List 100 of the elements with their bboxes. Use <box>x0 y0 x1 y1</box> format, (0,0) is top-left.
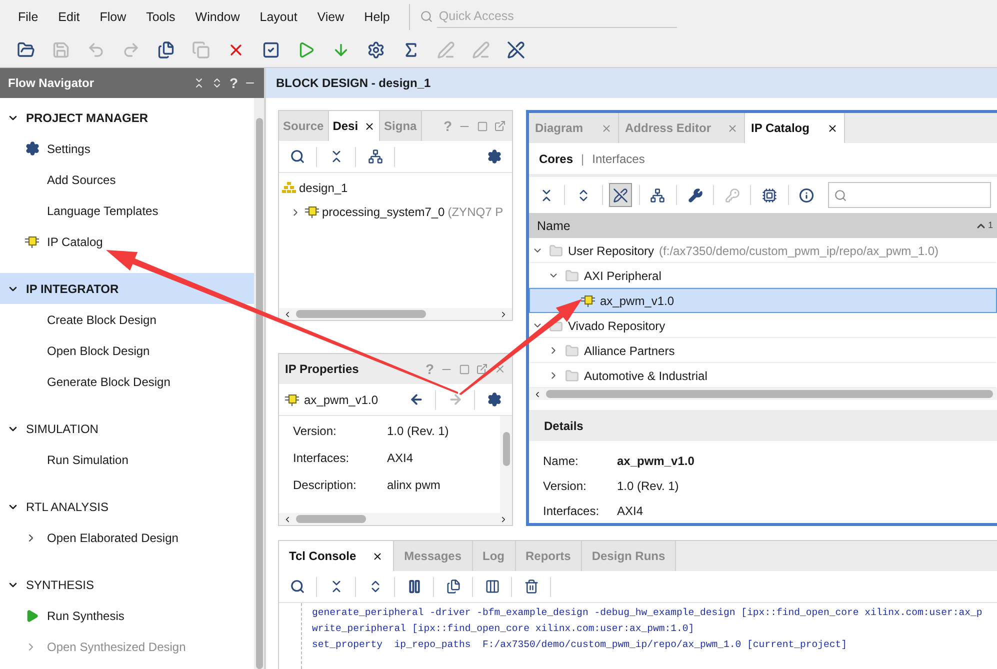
menu-item[interactable]: File <box>9 10 48 24</box>
hierarchy-icon <box>368 149 382 164</box>
scrollbar[interactable] <box>279 308 512 320</box>
separator: | <box>581 152 584 166</box>
section-header[interactable]: SIMULATION <box>0 413 254 444</box>
search-icon <box>290 579 304 594</box>
scroll-left-icon[interactable] <box>283 310 292 318</box>
quick-access-field[interactable]: Quick Access <box>436 6 677 28</box>
tab[interactable]: IP Catalog <box>745 113 845 143</box>
nav-link[interactable]: Language Templates <box>47 204 158 218</box>
console-line: generate_peripheral -driver -bfm_example_design -debug_hw_example_design [ipx::find_open_core xilinx.com:user:ax_p <box>312 607 984 618</box>
folder-icon <box>549 244 563 258</box>
menu-item[interactable]: Window <box>186 10 249 24</box>
close-icon[interactable] <box>372 550 384 562</box>
key-icon <box>724 188 740 202</box>
nav-link[interactable]: Create Block Design <box>47 312 156 326</box>
columns-icon <box>484 579 500 594</box>
menu-item[interactable]: View <box>308 10 354 24</box>
close-icon[interactable] <box>364 120 376 132</box>
menu-item[interactable]: Help <box>355 10 399 24</box>
section-header[interactable]: SYNTHESIS <box>0 569 254 600</box>
menu-item[interactable]: Edit <box>49 10 89 24</box>
menu-item[interactable]: Layout <box>250 10 306 24</box>
ip-name: ax_pwm_v1.0 <box>304 392 378 406</box>
copy-icon <box>156 41 174 59</box>
tree-label: AXI Peripheral <box>584 268 662 282</box>
chip-icon <box>762 188 778 202</box>
undo-icon <box>86 41 104 59</box>
search-icon <box>420 10 433 23</box>
tree-label: processing_system7_0 <box>322 205 445 219</box>
scrollbar[interactable] <box>529 388 997 400</box>
right-arrow-icon <box>448 392 462 407</box>
tab[interactable]: Tcl Console <box>279 541 394 571</box>
ip-core-icon <box>25 236 39 248</box>
detail-label: Interfaces: <box>543 504 600 518</box>
settings-icon <box>366 41 384 59</box>
settings-icon <box>486 392 502 407</box>
search-field[interactable] <box>828 182 991 208</box>
nav-link[interactable]: IP Catalog <box>47 234 103 248</box>
panel-title: Flow Navigator <box>8 76 96 90</box>
view-tab[interactable]: Cores <box>539 152 574 166</box>
tree-note: (ZYNQ7 P <box>448 205 504 219</box>
wrench-icon <box>688 188 703 202</box>
property-value: AXI4 <box>387 451 414 465</box>
tab[interactable]: Desi <box>328 111 380 141</box>
float-icon[interactable] <box>476 363 488 375</box>
nav-link[interactable]: Settings <box>47 142 90 156</box>
editor-title: BLOCK DESIGN - design_1 <box>266 68 997 98</box>
tree-label: ax_pwm_v1.0 <box>600 294 674 308</box>
console-line: set_property ip_repo_paths F:/ax7350/demo/custom_pwm_ip/repo/ax_pwm_1.0 [current_project] <box>312 639 848 650</box>
pen-icon <box>472 41 490 59</box>
search-icon <box>290 149 304 164</box>
close-icon[interactable] <box>827 122 838 134</box>
nav-link[interactable]: Open Elaborated Design <box>47 530 178 544</box>
pause-icon <box>406 579 422 594</box>
tree-note: (f:/ax7350/demo/custom_pwm_ip/repo/ax_pwm_1.0) <box>659 244 939 258</box>
tree-row[interactable]: User Repository (f:/ax7350/demo/custom_pwm_ip/repo/ax_pwm_1.0) <box>529 238 997 263</box>
section-header[interactable]: RTL ANALYSIS <box>0 491 254 522</box>
folder-icon <box>565 344 579 358</box>
menu-item[interactable]: Flow <box>90 10 136 24</box>
info-icon <box>799 188 814 202</box>
column-header[interactable]: Name 1 <box>529 213 997 238</box>
open-folder-icon <box>16 41 34 59</box>
panel-title: IP Properties <box>285 362 359 376</box>
nav-link[interactable]: Open Block Design <box>47 344 150 358</box>
filter-button[interactable] <box>609 183 632 207</box>
view-tab[interactable]: Interfaces <box>592 152 645 166</box>
search-icon <box>834 188 847 202</box>
property-label: Description: <box>293 478 358 492</box>
property-value: alinx pwm <box>387 478 442 492</box>
tree-row[interactable]: Alliance Partners <box>529 338 997 363</box>
tree-label: User Repository <box>568 244 654 258</box>
menu-item[interactable]: Tools <box>137 10 184 24</box>
checkbox-icon <box>262 41 280 59</box>
nav-link[interactable]: Generate Block Design <box>47 374 170 388</box>
section-header[interactable]: IP INTEGRATOR <box>0 273 254 304</box>
tree-row[interactable]: ax_pwm_v1.0 <box>529 288 997 313</box>
nav-link[interactable]: Run Synthesis <box>47 608 124 622</box>
scroll-left-icon[interactable] <box>533 390 542 398</box>
pen-icon <box>436 41 454 59</box>
help-button[interactable]: ? <box>229 75 238 91</box>
detail-value: 1.0 (Rev. 1) <box>617 479 680 493</box>
copy-icon <box>446 579 460 594</box>
scroll-left-icon[interactable] <box>283 514 292 524</box>
scrollbar[interactable] <box>500 416 512 513</box>
property-value: 1.0 (Rev. 1) <box>387 424 450 438</box>
section-header[interactable]: PROJECT MANAGER <box>0 102 254 133</box>
paste-icon <box>192 41 210 59</box>
scrollbar[interactable] <box>254 98 264 669</box>
scroll-right-icon[interactable] <box>499 310 508 318</box>
nav-link[interactable]: Add Sources <box>47 172 116 186</box>
trash-icon <box>524 579 538 594</box>
save-icon <box>52 41 70 59</box>
scrollbar[interactable] <box>279 513 512 525</box>
nav-link[interactable]: Run Simulation <box>47 452 128 466</box>
scroll-right-icon[interactable] <box>499 514 508 524</box>
console-line: write_peripheral [ipx::find_open_core xilinx.com:user:ax_pwm:1.0] <box>312 623 696 634</box>
detail-label: Name: <box>543 454 580 468</box>
hierarchy-icon <box>282 182 296 194</box>
property-label: Interfaces: <box>293 451 350 465</box>
